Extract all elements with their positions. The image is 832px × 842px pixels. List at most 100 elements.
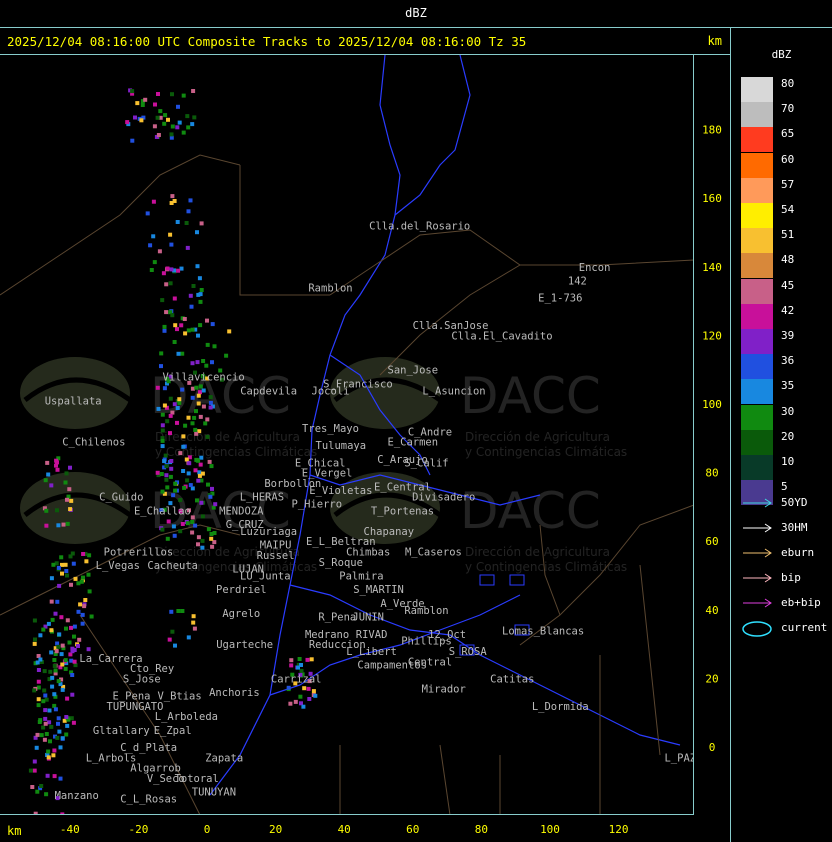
echo-cell (47, 708, 52, 713)
echo-cell (59, 555, 64, 560)
echo-cell (197, 276, 202, 281)
echo-cell (161, 271, 166, 276)
echo-cell (183, 423, 188, 428)
echo-cell (180, 351, 185, 356)
place-label: San_Jose (388, 365, 439, 377)
echo-cell (170, 313, 175, 318)
x-tick-label: -20 (128, 823, 148, 836)
echo-cell (198, 384, 203, 389)
echo-cell (169, 201, 174, 205)
echo-cell (178, 451, 183, 456)
echo-cell (198, 323, 203, 328)
echo-cell (89, 614, 94, 619)
echo-cell (43, 478, 48, 483)
echo-cell (41, 627, 46, 632)
window-title: dBZ (405, 6, 427, 20)
echo-cell (288, 701, 293, 706)
track-legend-item: 30HM (741, 520, 831, 536)
echo-cell (305, 657, 310, 662)
dbz-swatch (741, 102, 773, 128)
place-label: Encon (579, 262, 611, 274)
echo-cell (48, 669, 53, 674)
dbz-level-label: 57 (781, 177, 795, 191)
y-tick-label: 160 (702, 192, 722, 205)
echo-cell (165, 536, 170, 541)
dbz-level-label: 45 (781, 278, 795, 292)
echo-cell (38, 633, 43, 638)
echo-cell (162, 459, 167, 464)
y-tick-label: 140 (702, 261, 722, 274)
place-label: Uspallata (45, 396, 102, 408)
echo-cell (289, 663, 294, 668)
echo-cell (181, 444, 186, 449)
place-label: Villavicencio (163, 372, 245, 384)
echo-cell (49, 724, 54, 729)
echo-cell (39, 784, 44, 788)
place-label: Potrerillos (104, 547, 174, 559)
echo-cell (169, 132, 174, 137)
dbz-level-label: 35 (781, 379, 795, 393)
dbz-level-label: 51 (781, 228, 795, 242)
place-label: Clla.del_Rosario (369, 221, 470, 233)
echo-cell (130, 138, 135, 143)
echo-cell (210, 486, 214, 491)
echo-cell (213, 502, 218, 507)
echo-cell (51, 753, 56, 758)
echo-cell (157, 249, 162, 254)
echo-cell (43, 716, 48, 721)
dbz-level-label: 65 (781, 127, 795, 141)
place-label: S_Jose (123, 673, 161, 685)
echo-cell (162, 324, 167, 329)
echo-cell (208, 494, 213, 499)
echo-cell (45, 460, 50, 465)
echo-cell (68, 465, 72, 470)
echo-cell (194, 409, 198, 414)
echo-cell (185, 114, 190, 119)
echo-cell (196, 478, 201, 483)
echo-cell (36, 654, 41, 658)
radar-map[interactable]: DACCDirección de Agriculturay Contingenc… (0, 55, 694, 815)
place-label: Russel (257, 550, 295, 562)
echo-cell (192, 415, 197, 420)
echo-cell (186, 415, 191, 420)
echo-cell (198, 414, 203, 419)
place-label: Perdriel (216, 584, 267, 596)
echo-cell (68, 507, 73, 512)
dbz-level-label: 54 (781, 203, 795, 216)
echo-cell (160, 428, 165, 433)
window-header: dBZ (0, 0, 832, 28)
echo-cell (210, 544, 215, 549)
echo-cell (160, 298, 165, 303)
track-legend-label: eb+bip (781, 596, 821, 609)
echo-cell (208, 400, 213, 405)
echo-cell (169, 267, 174, 272)
echo-cell (70, 692, 75, 697)
echo-cell (72, 624, 77, 629)
echo-cell (165, 266, 170, 271)
x-tick-label: 0 (204, 823, 211, 836)
echo-cell (35, 660, 40, 665)
echo-cell (53, 707, 58, 712)
echo-cell (69, 625, 73, 630)
echo-cell (201, 404, 206, 409)
echo-cell (179, 323, 184, 328)
place-label: Palmira (339, 571, 383, 583)
dbz-swatch (741, 354, 773, 380)
echo-cell (190, 421, 195, 426)
echo-cell (52, 748, 57, 753)
current-legend-item: current (741, 620, 831, 637)
echo-cell (43, 721, 48, 726)
echo-cell (307, 697, 312, 701)
echo-cell (60, 736, 65, 741)
echo-cell (210, 322, 215, 327)
echo-cell (166, 117, 170, 122)
echo-cell (175, 125, 180, 130)
dacc-watermark-line1: Dirección de Agricultura (155, 430, 300, 444)
track-legend-label: bip (781, 571, 801, 584)
echo-cell (162, 121, 167, 126)
echo-cell (209, 464, 214, 469)
echo-cell (190, 530, 195, 535)
echo-cell (77, 637, 82, 642)
echo-cell (65, 618, 70, 623)
echo-cell (162, 386, 167, 391)
